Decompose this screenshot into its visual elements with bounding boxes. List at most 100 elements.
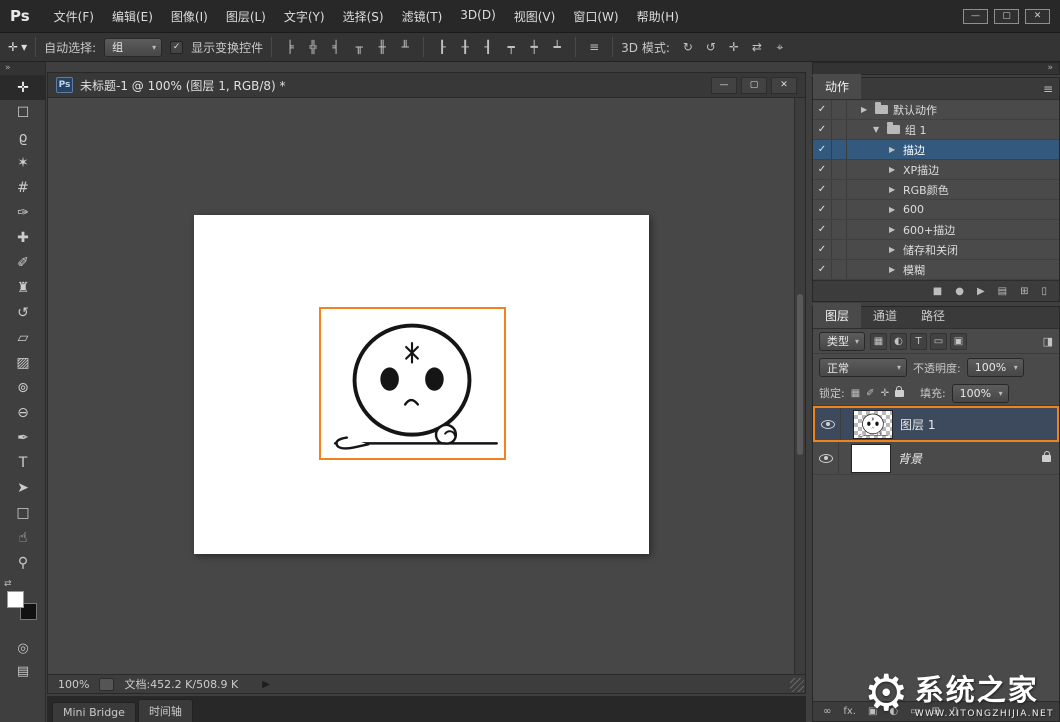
expand-triangle-icon[interactable]: ▶ <box>889 205 898 214</box>
new-set-icon[interactable]: ▤ <box>998 286 1007 297</box>
document-titlebar[interactable]: Ps 未标题-1 @ 100% (图层 1, RGB/8) * — ▢ ✕ <box>48 73 805 98</box>
action-toggle-checkbox[interactable]: ✓ <box>813 220 832 239</box>
panel-menu-icon[interactable]: ≡ <box>1043 82 1053 96</box>
visibility-toggle[interactable] <box>813 442 839 474</box>
action-row[interactable]: ✓ ▶ 600 <box>813 200 1059 220</box>
expand-triangle-icon[interactable]: ▶ <box>889 265 898 274</box>
kind-filter-dropdown[interactable]: 类型 ▾ <box>819 331 866 351</box>
zoom-tool[interactable]: ⚲ <box>0 550 46 575</box>
menu-item[interactable]: 视图(V) <box>506 4 564 29</box>
dialog-toggle-cell[interactable] <box>832 180 847 199</box>
filter-adjustment-icon[interactable]: ◐ <box>890 332 908 350</box>
dialog-toggle-cell[interactable] <box>832 160 847 179</box>
action-row[interactable]: ✓ ▶ 默认动作 <box>813 100 1059 120</box>
path-selection-tool[interactable]: ➤ <box>0 475 46 500</box>
filter-pixel-icon[interactable]: ▦ <box>870 332 888 350</box>
layers-panel-tab[interactable]: 路径 <box>909 303 957 328</box>
menu-item[interactable]: 帮助(H) <box>629 4 687 29</box>
expand-triangle-icon[interactable]: ▶ <box>889 225 898 234</box>
distribute-icon[interactable]: ┯ <box>501 38 521 56</box>
layer-style-icon[interactable]: fx. <box>843 706 856 717</box>
doc-maximize-button[interactable]: ▢ <box>741 76 767 94</box>
menu-item[interactable]: 文字(Y) <box>276 4 333 29</box>
brush-tool[interactable]: ✐ <box>0 250 46 275</box>
play-icon[interactable]: ▶ <box>977 286 985 297</box>
distribute-icon[interactable]: ┿ <box>524 38 544 56</box>
align-icon[interactable]: ╫ <box>372 38 392 56</box>
layers-panel-tab[interactable]: 通道 <box>861 303 909 328</box>
distribute-icon[interactable]: ┷ <box>547 38 567 56</box>
dialog-toggle-cell[interactable] <box>832 240 847 259</box>
lasso-tool[interactable]: ϱ <box>0 125 46 150</box>
fill-dropdown[interactable]: 100% ▾ <box>951 383 1009 403</box>
hand-tool[interactable]: ☝ <box>0 525 46 550</box>
align-icon[interactable]: ╥ <box>349 38 369 56</box>
3d-mode-icon[interactable]: ⌖ <box>770 38 790 56</box>
menu-item[interactable]: 滤镜(T) <box>394 4 451 29</box>
action-row[interactable]: ✓ ▶ RGB颜色 <box>813 180 1059 200</box>
opacity-dropdown[interactable]: 100% ▾ <box>966 358 1024 377</box>
scrollbar-thumb[interactable] <box>797 293 803 456</box>
expand-triangle-icon[interactable]: ▶ <box>889 245 898 254</box>
transform-controls-box[interactable] <box>319 307 506 460</box>
distribute-icon[interactable]: ┠ <box>432 38 452 56</box>
move-tool[interactable]: ✛ <box>0 75 46 100</box>
resize-grip[interactable] <box>790 678 804 692</box>
dialog-toggle-cell[interactable] <box>832 100 847 119</box>
action-toggle-checkbox[interactable]: ✓ <box>813 140 832 159</box>
filter-switch-icon[interactable]: ◨ <box>1043 335 1053 348</box>
layer-thumbnail[interactable] <box>851 443 891 473</box>
blend-mode-dropdown[interactable]: 正常 ▾ <box>819 358 907 377</box>
eraser-tool[interactable]: ▱ <box>0 325 46 350</box>
doc-close-button[interactable]: ✕ <box>771 76 797 94</box>
doc-minimize-button[interactable]: — <box>711 76 737 94</box>
lock-paint-icon[interactable]: ✐ <box>866 388 874 399</box>
show-transform-checkbox[interactable]: ✓ <box>170 40 184 54</box>
history-brush-tool[interactable]: ↺ <box>0 300 46 325</box>
layers-panel-tab[interactable]: 图层 <box>813 303 862 328</box>
filter-type-icon[interactable]: T <box>910 332 928 350</box>
close-button[interactable]: ✕ <box>1025 8 1050 24</box>
distribute-icon[interactable]: ╂ <box>455 38 475 56</box>
filter-shape-icon[interactable]: ▭ <box>930 332 948 350</box>
action-toggle-checkbox[interactable]: ✓ <box>813 100 832 119</box>
action-toggle-checkbox[interactable]: ✓ <box>813 200 832 219</box>
record-icon[interactable]: ● <box>955 286 964 297</box>
align-icon[interactable]: ╬ <box>303 38 323 56</box>
delete-icon[interactable]: ▯ <box>1041 286 1047 297</box>
layer-row-background[interactable]: 背景 <box>813 442 1059 475</box>
tab-actions[interactable]: 动作 <box>813 74 862 99</box>
lock-all-icon[interactable] <box>894 385 904 397</box>
toolbar-collapse-button[interactable]: » <box>0 62 45 75</box>
action-toggle-checkbox[interactable]: ✓ <box>813 120 832 139</box>
action-row[interactable]: ✓ ▼ 组 1 <box>813 120 1059 140</box>
bottom-panel-tab[interactable]: Mini Bridge <box>52 702 136 722</box>
minimize-button[interactable]: — <box>963 8 988 24</box>
3d-mode-icon[interactable]: ✛ <box>724 38 744 56</box>
action-toggle-checkbox[interactable]: ✓ <box>813 260 832 279</box>
expand-triangle-icon[interactable]: ▶ <box>889 185 898 194</box>
dialog-toggle-cell[interactable] <box>832 260 847 279</box>
action-row[interactable]: ✓ ▶ 储存和关闭 <box>813 240 1059 260</box>
action-row[interactable]: ✓ ▶ XP描边 <box>813 160 1059 180</box>
action-row[interactable]: ✓ ▶ 600+描边 <box>813 220 1059 240</box>
align-icon[interactable]: ╡ <box>326 38 346 56</box>
layer-row-layer1[interactable]: 图层 1 <box>813 406 1059 442</box>
align-icon[interactable]: ╞ <box>280 38 300 56</box>
menu-item[interactable]: 窗口(W) <box>565 4 626 29</box>
dialog-toggle-cell[interactable] <box>832 220 847 239</box>
zoom-level[interactable]: 100% <box>58 678 89 691</box>
screen-mode-button[interactable]: ▤ <box>0 660 46 683</box>
vertical-scrollbar[interactable] <box>794 98 805 674</box>
action-row[interactable]: ✓ ▶ 描边 <box>813 140 1059 160</box>
menu-item[interactable]: 编辑(E) <box>104 4 161 29</box>
action-toggle-checkbox[interactable]: ✓ <box>813 240 832 259</box>
switch-colors-icon[interactable]: ⇄ <box>4 579 12 589</box>
lock-transparent-icon[interactable]: ▦ <box>851 388 860 399</box>
new-action-icon[interactable]: ⊞ <box>1020 286 1028 297</box>
type-tool[interactable]: T <box>0 450 46 475</box>
layer-name[interactable]: 背景 <box>898 450 922 467</box>
foreground-color-swatch[interactable] <box>7 591 24 608</box>
dialog-toggle-cell[interactable] <box>832 140 847 159</box>
active-tool-preset[interactable]: ✛ ▾ <box>8 40 27 54</box>
